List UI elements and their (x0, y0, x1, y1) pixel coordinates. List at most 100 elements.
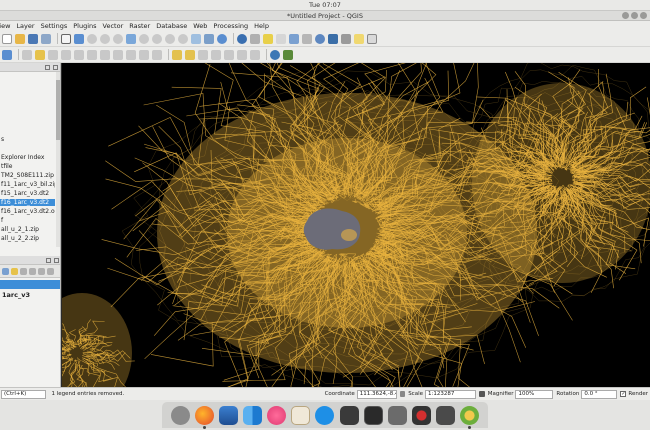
undo-icon[interactable] (139, 49, 149, 60)
browser-item[interactable]: Explorer Index (0, 154, 55, 161)
plugin-icon[interactable] (283, 49, 293, 60)
screenshot-icon[interactable] (436, 405, 456, 425)
zoom-out-icon[interactable] (100, 33, 110, 44)
browser-item[interactable]: all_u_2_2.zip (0, 235, 55, 242)
delete-selected-icon[interactable] (87, 49, 97, 60)
browser-item[interactable]: TM2_S08E111.zip (0, 172, 55, 179)
python-console-icon[interactable] (270, 49, 280, 60)
browser-item[interactable]: f16_1arc_v3.dt2.ovr (0, 208, 55, 215)
firefox-icon[interactable] (194, 405, 214, 429)
zoom-full-icon[interactable] (126, 33, 136, 44)
coordinate-field[interactable]: 111.3624,-8.4465 (356, 389, 397, 399)
menu-vector[interactable]: Vector (100, 22, 127, 30)
float-panel-icon[interactable] (45, 65, 50, 70)
launcher-icon[interactable] (170, 405, 190, 425)
minimize-button[interactable] (622, 12, 629, 19)
settings-gear-icon[interactable] (315, 33, 325, 44)
refresh-icon[interactable] (217, 33, 227, 44)
statistics-icon[interactable] (328, 33, 338, 44)
magnifier-spinbox[interactable]: 100% (515, 389, 554, 399)
browser-scrollbar[interactable] (56, 72, 60, 247)
browser-item[interactable]: s (0, 136, 55, 143)
current-edits-icon[interactable] (22, 49, 32, 60)
data-source-manager-icon[interactable] (2, 49, 12, 60)
menu-raster[interactable]: Raster (126, 22, 153, 30)
move-label-icon[interactable] (224, 49, 234, 60)
pan-to-selection-icon[interactable] (74, 33, 84, 44)
browser-item[interactable]: f11_1arc_v3_bil.zip (0, 181, 55, 188)
menu-view[interactable]: View (0, 22, 13, 30)
identify-icon[interactable] (237, 33, 247, 44)
qgis-icon[interactable] (460, 405, 480, 429)
layer-name[interactable]: 1arc_v3 (0, 291, 60, 299)
menu-database[interactable]: Database (153, 22, 190, 30)
menu-web[interactable]: Web (190, 22, 210, 30)
toggle-editing-icon[interactable] (35, 49, 45, 60)
zoom-selection-icon[interactable] (139, 33, 149, 44)
float-panel-icon[interactable] (46, 258, 51, 263)
label-tool-icon[interactable] (172, 49, 182, 60)
image-viewer-icon[interactable] (387, 405, 407, 425)
menu-settings[interactable]: Settings (38, 22, 71, 30)
expand-all-icon[interactable] (38, 267, 45, 275)
redo-icon[interactable] (152, 49, 162, 60)
close-button[interactable] (640, 12, 647, 19)
zoom-next-icon[interactable] (178, 33, 188, 44)
files-icon[interactable] (242, 405, 262, 425)
pan-icon[interactable] (61, 33, 71, 44)
scrollbar-thumb[interactable] (56, 80, 60, 140)
vertex-tool-icon[interactable] (74, 49, 84, 60)
filter-legend-icon[interactable] (29, 267, 36, 275)
show-hide-labels-icon[interactable] (211, 49, 221, 60)
collapse-all-icon[interactable] (47, 267, 54, 275)
open-project-icon[interactable] (15, 33, 25, 44)
bookmark-icon[interactable] (204, 33, 214, 44)
save-project-icon[interactable] (28, 33, 38, 44)
open-layer-styling-icon[interactable] (2, 267, 9, 275)
maximize-button[interactable] (631, 12, 638, 19)
paste-features-icon[interactable] (126, 49, 136, 60)
add-feature-icon[interactable] (61, 49, 71, 60)
measure-icon[interactable] (341, 33, 351, 44)
browser-item-selected[interactable]: f16_1arc_v3.dt2 (0, 199, 55, 206)
pin-labels-icon[interactable] (185, 49, 195, 60)
print-layout-icon[interactable] (41, 33, 51, 44)
menu-help[interactable]: Help (251, 22, 272, 30)
menu-processing[interactable]: Processing (210, 22, 251, 30)
zoom-last-icon[interactable] (165, 33, 175, 44)
terminal-icon[interactable] (363, 405, 383, 425)
zoom-in-icon[interactable] (87, 33, 97, 44)
attribute-table-icon[interactable] (289, 33, 299, 44)
browser-item[interactable]: all_u_2_1.zip (0, 226, 55, 233)
change-label-icon[interactable] (250, 49, 260, 60)
new-project-icon[interactable] (2, 33, 12, 44)
lock-scale-icon[interactable] (479, 391, 485, 397)
map-tips-icon[interactable] (354, 33, 364, 44)
close-panel-icon[interactable] (54, 258, 59, 263)
qgis-alt-icon[interactable] (339, 405, 359, 425)
select-features-icon[interactable] (263, 33, 273, 44)
writer-icon[interactable] (291, 405, 311, 425)
browser-item[interactable]: f15_1arc_v3.dt2 (0, 190, 55, 197)
music-icon[interactable] (267, 405, 287, 425)
toggle-extents-icon[interactable] (399, 391, 406, 397)
menu-plugins[interactable]: Plugins (70, 22, 99, 30)
render-checkbox[interactable]: ✓ (620, 391, 627, 397)
add-group-icon[interactable] (11, 267, 18, 275)
close-panel-icon[interactable] (53, 65, 58, 70)
appstore-icon[interactable] (315, 405, 335, 425)
browser-item[interactable]: tfile (0, 163, 55, 170)
thunderbird-icon[interactable] (218, 405, 238, 425)
text-annotation-icon[interactable] (367, 33, 377, 44)
save-edits-icon[interactable] (48, 49, 58, 60)
deselect-icon[interactable] (276, 33, 286, 44)
locator-search-input[interactable]: (Ctrl+K) (1, 389, 46, 399)
system-clock[interactable]: Tue 07:07 (309, 1, 341, 9)
rotate-label-icon[interactable] (237, 49, 247, 60)
new-map-view-icon[interactable] (191, 33, 201, 44)
highlight-labels-icon[interactable] (198, 49, 208, 60)
zoom-layer-icon[interactable] (152, 33, 162, 44)
layer-row-selected[interactable] (0, 280, 60, 289)
recorder-icon[interactable] (411, 405, 431, 425)
actions-icon[interactable] (250, 33, 260, 44)
